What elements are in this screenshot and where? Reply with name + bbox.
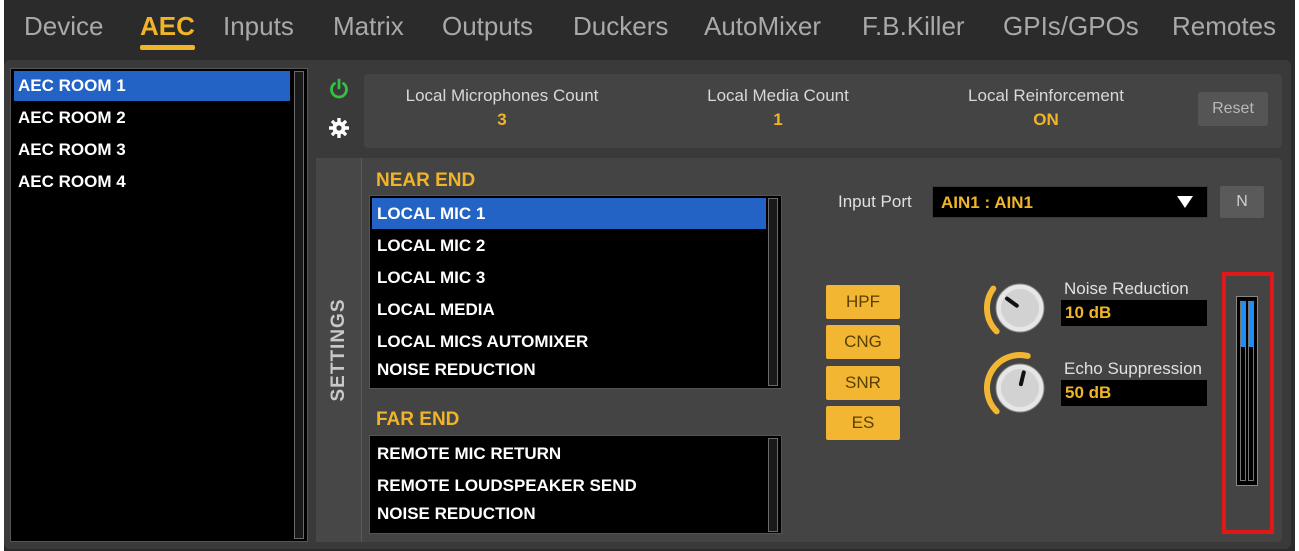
tab-gpis-gpos[interactable]: GPIs/GPOs [1003,8,1139,48]
aec-room-list: AEC ROOM 1 AEC ROOM 2 AEC ROOM 3 AEC ROO… [10,68,308,542]
power-icon[interactable] [328,78,350,100]
near-end-title: NEAR END [376,170,476,191]
tab-duckers[interactable]: Duckers [573,8,668,48]
gear-icon[interactable] [328,117,350,139]
near-end-item[interactable]: LOCAL MIC 3 [372,262,766,293]
noise-reduction-knob[interactable] [982,270,1058,346]
stat-value: 1 [773,110,783,129]
far-end-item[interactable]: REMOTE LOUDSPEAKER SEND [372,470,766,501]
room-summary: Local Microphones Count 3 Local Media Co… [364,74,1282,148]
tab-device[interactable]: Device [24,8,103,48]
meter-left-fill [1241,302,1245,347]
stat-value: ON [1033,110,1059,129]
chevron-down-icon [1177,196,1193,208]
near-end-item[interactable]: LOCAL MICS AUTOMIXER [372,326,766,357]
stat-label: Local Media Count [707,86,849,105]
near-end-item[interactable]: LOCAL MEDIA [372,294,766,325]
far-end-scrollbar[interactable] [768,438,778,532]
meter-left-channel [1240,301,1246,481]
tab-automixer[interactable]: AutoMixer [704,8,821,48]
snr-button[interactable]: SNR [826,366,900,400]
tab-inputs[interactable]: Inputs [223,8,294,48]
input-port-label: Input Port [838,192,912,211]
tab-matrix[interactable]: Matrix [333,8,404,48]
n-button[interactable]: N [1220,186,1264,218]
echo-suppression-value[interactable]: 50 dB [1061,380,1207,406]
tab-aec[interactable]: AEC [140,8,195,50]
near-end-list: LOCAL MIC 1 LOCAL MIC 2 LOCAL MIC 3 LOCA… [369,195,782,389]
stat-label: Local Microphones Count [405,86,599,105]
near-end-item[interactable]: NOISE REDUCTION [372,354,766,385]
tab-bar: Device AEC Inputs Matrix Outputs Duckers… [4,0,1295,56]
near-end-item[interactable]: LOCAL MIC 2 [372,230,766,261]
input-port-value: AIN1 : AIN1 [941,193,1033,212]
near-end-item[interactable]: LOCAL MIC 1 [372,198,766,229]
room-list-scrollbar[interactable] [294,71,304,539]
far-end-item[interactable]: REMOTE MIC RETURN [372,438,766,469]
echo-suppression-knob-pointer [1018,370,1026,387]
echo-suppression-knob[interactable] [982,350,1058,426]
es-button[interactable]: ES [826,406,900,440]
near-end-scrollbar[interactable] [768,198,778,386]
room-item[interactable]: AEC ROOM 2 [14,103,290,133]
meter-right-channel [1248,301,1254,481]
stat-value: 3 [497,110,507,129]
room-item[interactable]: AEC ROOM 4 [14,167,290,197]
far-end-list: REMOTE MIC RETURN REMOTE LOUDSPEAKER SEN… [369,435,782,534]
noise-reduction-knob-arc [984,285,1000,335]
far-end-item[interactable]: NOISE REDUCTION [372,498,766,529]
level-meter [1236,296,1258,486]
cng-button[interactable]: CNG [826,325,900,359]
far-end-title: FAR END [376,409,460,430]
settings-tab-label: SETTINGS [327,298,349,402]
stat-label: Local Reinforcement [968,86,1124,105]
hpf-button[interactable]: HPF [826,285,900,319]
echo-suppression-label: Echo Suppression [1064,359,1202,378]
input-port-select[interactable]: AIN1 : AIN1 [932,186,1208,218]
noise-reduction-value[interactable]: 10 dB [1061,300,1207,326]
tab-fb-killer[interactable]: F.B.Killer [862,8,965,48]
noise-reduction-label: Noise Reduction [1064,279,1189,298]
tab-remotes[interactable]: Remotes [1172,8,1276,48]
meter-right-fill [1249,302,1253,347]
tab-outputs[interactable]: Outputs [442,8,533,48]
reset-button[interactable]: Reset [1198,92,1268,126]
room-item[interactable]: AEC ROOM 3 [14,135,290,165]
settings-tab[interactable]: SETTINGS [316,158,362,542]
room-item[interactable]: AEC ROOM 1 [14,71,290,101]
